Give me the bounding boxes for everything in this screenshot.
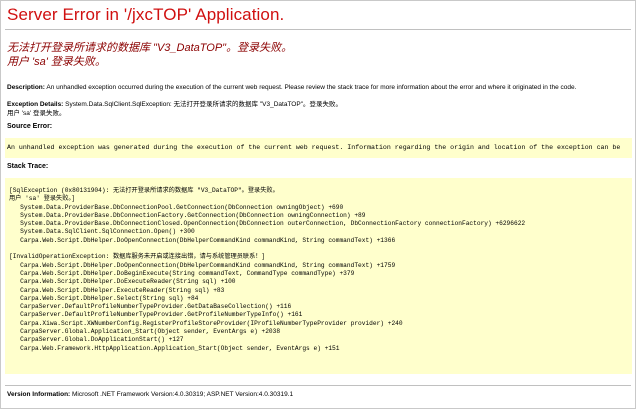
version-label: Version Information: [7,391,71,398]
error-message: 无法打开登录所请求的数据库 "V3_DataTOP"。登录失败。 用户 'sa'… [7,41,292,69]
footer-divider [5,385,631,386]
description-section: Description: An unhandled exception occu… [7,83,576,92]
error-page: Server Error in '/jxcTOP' Application. 无… [0,0,636,409]
stack-trace-line: Carpa.Web.Script.DbHelper.DoOpenConnecti… [9,236,396,244]
stack-trace-line: Carpa.Web.Script.DbHelper.DoBeginExecute… [9,269,355,277]
stack-trace-line: Carpa.Web.Script.DbHelper.Select(String … [9,294,199,302]
stack-trace-line: CarpaServer.DefaultProfileNumberTypeProv… [9,303,292,311]
stack-trace-heading: Stack Trace: [7,163,49,170]
source-error-box: An unhandled exception was generated dur… [5,138,632,158]
title-divider [5,29,631,30]
stack-trace-line: Carpa.Web.Framework.HttpApplication.Appl… [9,344,340,352]
exception-details-line-2: 用户 'sa' 登录失败。 [7,110,66,117]
error-message-line-2: 用户 'sa' 登录失败。 [7,56,106,68]
stack-trace-line: Carpa.Web.Script.DbHelper.DoExecuteReade… [9,278,236,286]
stack-trace-line: System.Data.SqlClient.SqlConnection.Open… [9,228,195,236]
stack-trace-line: Carpa.Web.Script.DbHelper.DoOpenConnecti… [9,261,396,269]
stack-trace-line: [SqlException (0x80131904): 无法打开登录所请求的数据… [9,187,279,194]
exception-details-text: System.Data.SqlClient.SqlException: 无法打开… [63,101,343,108]
stack-trace-line: CarpaServer.Global.DoApplicationStart() … [9,336,184,344]
stack-trace-line: CarpaServer.Global.Application_Start(Obj… [9,328,281,336]
page-title: Server Error in '/jxcTOP' Application. [7,5,285,24]
description-text: An unhandled exception occurred during t… [44,84,577,91]
stack-trace-line: System.Data.ProviderBase.DbConnectionPoo… [9,203,344,211]
stack-trace-lines: [SqlException (0x80131904): 无法打开登录所请求的数据… [9,187,525,353]
stack-trace-line: System.Data.ProviderBase.DbConnectionClo… [9,220,526,228]
source-error-heading: Source Error: [7,123,53,130]
source-error-text: An unhandled exception was generated dur… [7,144,621,151]
stack-trace-line: System.Data.ProviderBase.DbConnectionFac… [9,211,366,219]
stack-trace-line: 用户 'sa' 登录失败。] [9,195,76,203]
error-message-line-1: 无法打开登录所请求的数据库 "V3_DataTOP"。登录失败。 [7,42,293,54]
exception-details-label: Exception Details: [7,101,64,108]
stack-trace-box: [SqlException (0x80131904): 无法打开登录所请求的数据… [5,178,632,374]
stack-trace-line: [InvalidOperationException: 数据库服务未开启或连接出… [9,253,266,261]
stack-trace-line: CarpaServer.DefaultProfileNumberTypeProv… [9,311,303,319]
stack-trace-line: Carpa.Xiwa.Script.XWNumberConfig.Registe… [9,319,403,327]
version-text: Microsoft .NET Framework Version:4.0.303… [70,391,294,398]
version-information: Version Information: Microsoft .NET Fram… [7,391,293,398]
exception-details-section: Exception Details: System.Data.SqlClient… [7,100,342,118]
description-label: Description: [7,84,45,91]
stack-trace-line: Carpa.Web.Script.DbHelper.ExecuteReader(… [9,286,225,294]
